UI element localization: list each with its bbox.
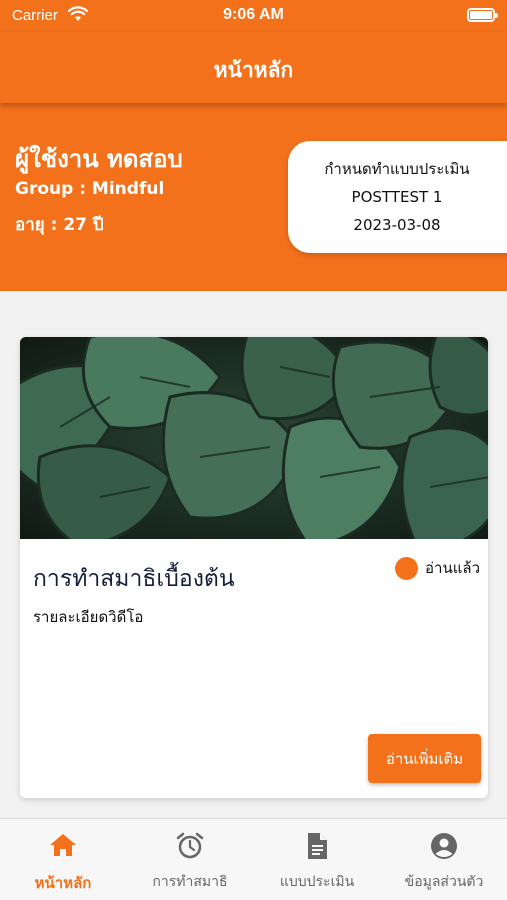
tab-home[interactable]: หน้าหลัก (0, 819, 126, 900)
tab-profile-label: ข้อมูลส่วนตัว (404, 874, 484, 890)
read-more-button[interactable]: อ่านเพิ่มเติม (368, 734, 481, 783)
alarm-clock-icon (176, 832, 204, 864)
card-description: รายละเอียดวิดีโอ (33, 608, 144, 626)
card-title: การทำสมาธิเบื้องต้น (33, 566, 235, 592)
bottom-tab-bar: หน้าหลัก การทำสมาธิ แบบประเมิน ข้อมูลส่ว… (0, 818, 507, 900)
tab-profile[interactable]: ข้อมูลส่วนตัว (381, 819, 507, 900)
home-icon (49, 832, 77, 862)
page-title: หน้าหลัก (213, 58, 294, 82)
profile-section: ผู้ใช้งาน ทดสอบ Group : Mindful อายุ : 2… (0, 103, 507, 291)
tab-meditation[interactable]: การทำสมาธิ (127, 819, 253, 900)
tab-home-label: หน้าหลัก (34, 874, 92, 892)
user-group: Group : Mindful (15, 179, 165, 199)
clock: 9:06 AM (223, 6, 284, 23)
read-status: อ่านแล้ว (395, 556, 480, 580)
read-status-dot-icon (395, 556, 419, 580)
tab-meditation-label: การทำสมาธิ (152, 874, 228, 890)
assessment-date: 2023-03-08 (353, 216, 441, 234)
user-circle-icon (430, 832, 458, 864)
user-name: ผู้ใช้งาน ทดสอบ (15, 145, 183, 173)
status-bar: Carrier 9:06 AM (0, 0, 507, 32)
assessment-name: POSTTEST 1 (351, 188, 443, 206)
meditation-card[interactable]: การทำสมาธิเบื้องต้น อ่านแล้ว รายละเอียดว… (20, 337, 488, 798)
user-age: อายุ : 27 ปี (15, 215, 104, 235)
tab-assessment-label: แบบประเมิน (279, 874, 355, 890)
monstera-leaves-image (20, 337, 488, 554)
document-icon (305, 832, 329, 864)
assessment-schedule-card[interactable]: กำหนดทำแบบประเมิน POSTTEST 1 2023-03-08 (288, 141, 507, 253)
tab-assessment[interactable]: แบบประเมิน (254, 819, 380, 900)
read-status-label: อ่านแล้ว (425, 559, 480, 577)
assessment-label: กำหนดทำแบบประเมิน (324, 160, 470, 178)
nav-header: หน้าหลัก (0, 32, 507, 103)
battery-icon (467, 8, 498, 22)
